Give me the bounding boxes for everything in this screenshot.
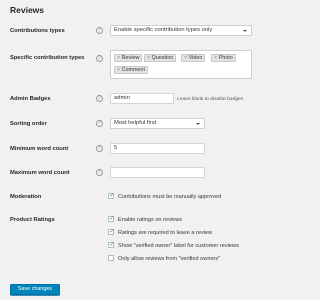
verified-owner-label-checkbox[interactable]: ✓ [108,241,115,249]
contribution-types-label: Contributions types [10,28,65,34]
maximum-word-count-help-icon[interactable]: ? [96,169,103,176]
verified-owners-only-checkbox[interactable] [108,255,114,261]
minimum-word-count-input[interactable]: 5 [110,143,205,154]
checkmark-icon: ✓ [109,241,115,249]
chip-label: Review [121,55,140,61]
sorting-order-help-icon[interactable]: ? [96,120,103,127]
remove-icon[interactable]: × [117,55,120,61]
enable-ratings-label: Enable ratings on reviews [118,217,183,223]
minimum-word-count-help-icon[interactable]: ? [96,145,103,152]
chip-question[interactable]: × Question [144,54,177,62]
checkmark-icon: ✓ [109,228,115,236]
product-ratings-label: Product Ratings [10,217,55,223]
chip-video[interactable]: × Video [181,54,206,62]
sorting-order-select[interactable]: Most helpful first [110,118,205,129]
admin-badges-label: Admin Badges [10,96,51,102]
maximum-word-count-label: Maximum word count [10,170,70,176]
chip-review[interactable]: × Review [114,54,143,62]
chevron-down-icon [243,29,247,32]
checkmark-icon: ✓ [109,192,115,200]
chip-label: Photo [218,55,233,61]
admin-badges-input[interactable]: admin [110,93,174,104]
contribution-types-selected-value: Enable specific contribution types only [114,27,213,33]
checkmark-icon: ✓ [109,215,115,223]
specific-contribution-types-help-icon[interactable]: ? [96,55,103,62]
remove-icon[interactable]: × [147,55,150,61]
specific-contribution-types-multiselect[interactable]: × Review × Question × Video × Photo × Comment [110,50,252,79]
sorting-order-selected-value: Most helpful first [114,120,157,126]
sorting-order-label: Sorting order [10,121,47,127]
section-title: Reviews [10,5,45,15]
enable-ratings-checkbox[interactable]: ✓ [108,215,115,223]
save-changes-button[interactable]: Save changes [10,284,60,295]
chip-comment[interactable]: × Comment [114,66,149,74]
chip-photo[interactable]: × Photo [211,54,236,62]
remove-icon[interactable]: × [214,55,217,61]
verified-owner-label-text: Show "verified owner" label for customer… [118,243,239,249]
chevron-down-icon [196,122,200,125]
ratings-required-label: Ratings are required to leave a review [118,230,213,236]
chip-label: Question [151,55,174,61]
contribution-types-help-icon[interactable]: ? [96,27,103,34]
remove-icon[interactable]: × [117,67,120,73]
ratings-required-checkbox[interactable]: ✓ [108,228,115,236]
moderation-checkbox-label: Contributions must be manually approved [118,194,222,200]
verified-owners-only-label: Only allow reviews from "verified owners… [118,256,221,262]
remove-icon[interactable]: × [184,55,187,61]
moderation-label: Moderation [10,194,42,200]
chip-label: Video [188,55,203,61]
maximum-word-count-input[interactable] [110,167,205,178]
admin-badges-help-icon[interactable]: ? [96,95,103,102]
chip-label: Comment [121,67,146,73]
specific-contribution-types-label: Specific contribution types [10,55,85,61]
moderation-checkbox[interactable]: ✓ [108,192,115,200]
minimum-word-count-label: Minimum word count [10,146,69,152]
contribution-types-select[interactable]: Enable specific contribution types only [110,25,252,36]
admin-badges-description: Leave blank to disable badges. [177,97,245,102]
